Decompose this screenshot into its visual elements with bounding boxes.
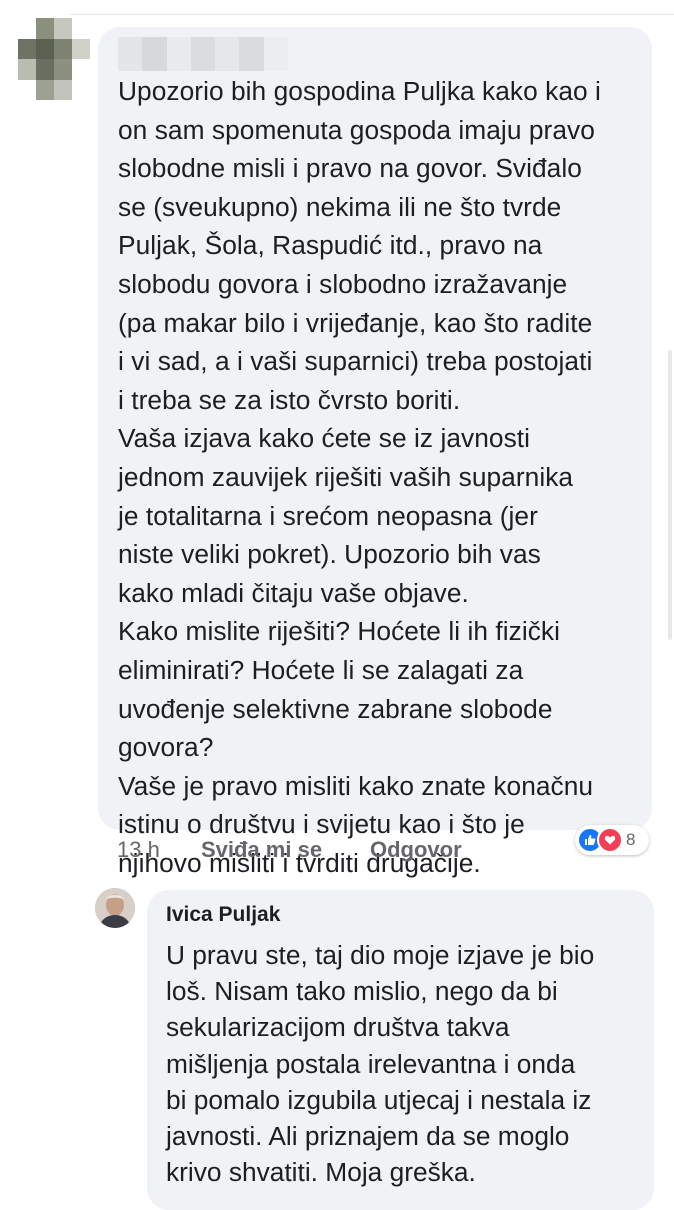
like-button[interactable]: Sviđa mi se bbox=[201, 832, 322, 868]
reaction-count: 8 bbox=[626, 830, 636, 849]
reply-text: U pravu ste, taj dio moje izjave je bio … bbox=[166, 940, 595, 1188]
scrollbar[interactable] bbox=[668, 350, 672, 640]
reply-button[interactable]: Odgovor bbox=[370, 832, 462, 868]
top-divider bbox=[70, 0, 674, 15]
reply-author-name[interactable]: Ivica Puljak bbox=[166, 903, 280, 927]
reply-author-avatar[interactable] bbox=[95, 888, 135, 928]
commenter-avatar[interactable] bbox=[18, 18, 90, 100]
commenter-name-blurred[interactable] bbox=[118, 37, 288, 71]
reactions-summary[interactable]: 8 bbox=[575, 825, 649, 855]
comment-text: Upozorio bih gospodina Puljka kako kao i… bbox=[118, 76, 601, 878]
love-icon bbox=[597, 827, 623, 853]
comment-time[interactable]: 13 h bbox=[117, 832, 160, 868]
